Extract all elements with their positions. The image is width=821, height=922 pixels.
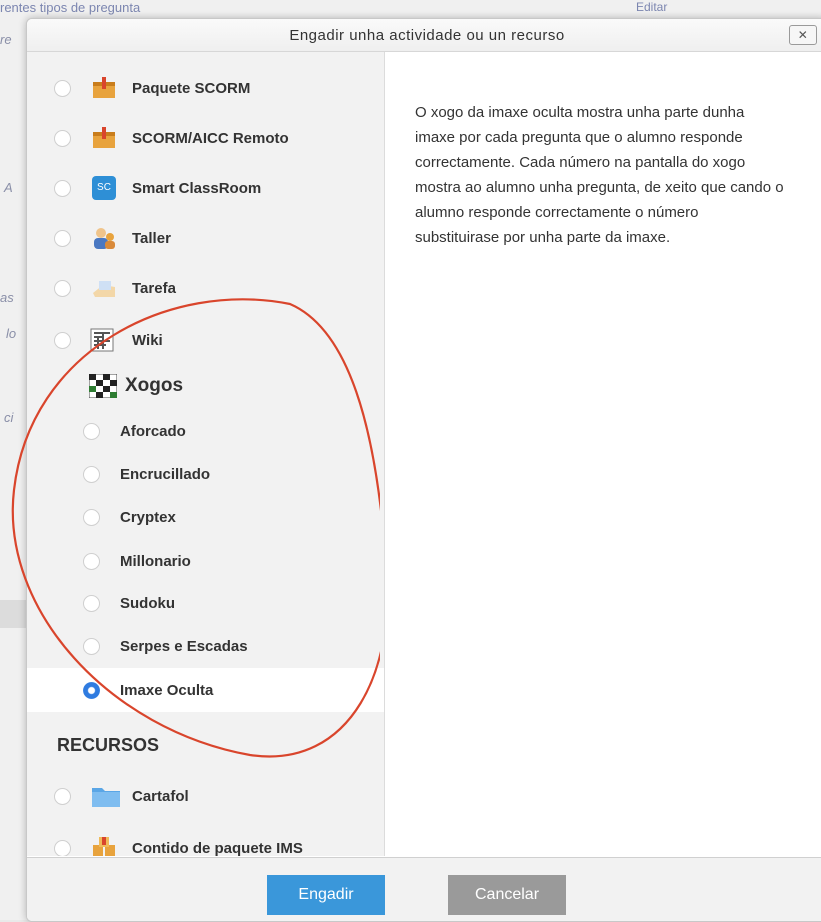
option-label: Millonario [120, 552, 191, 570]
option-label: Imaxe Oculta [120, 681, 214, 699]
description-pane: O xogo da imaxe oculta mostra unha parte… [385, 52, 821, 856]
option-sudoku[interactable]: Sudoku [27, 581, 384, 625]
svg-text:SC: SC [97, 182, 111, 193]
cancel-button[interactable]: Cancelar [448, 875, 566, 915]
radio-button[interactable] [54, 787, 71, 805]
option-scorm-aicc-remoto[interactable]: SCORM/AICC Remoto [27, 116, 384, 160]
add-activity-dialog: Engadir unha actividade ou un recurso ✕ … [26, 18, 821, 922]
option-encrucillado[interactable]: Encrucillado [27, 452, 384, 496]
dialog-header: Engadir unha actividade ou un recurso ✕ [27, 19, 821, 52]
option-label: Sudoku [120, 594, 175, 612]
radio-button[interactable] [54, 839, 71, 856]
radio-button-selected[interactable] [83, 681, 100, 699]
background-band [0, 600, 26, 628]
background-fragment: lo [6, 326, 17, 341]
option-label: Encrucillado [120, 465, 211, 483]
background-fragment: A [4, 180, 13, 195]
option-label: Paquete SCORM [132, 79, 251, 97]
option-label: Aforcado [120, 422, 186, 440]
option-label: Serpes e Escadas [120, 637, 248, 655]
option-aforcado[interactable]: Aforcado [27, 409, 384, 453]
close-button[interactable]: ✕ [789, 25, 817, 45]
radio-button[interactable] [54, 79, 71, 97]
option-tarefa[interactable]: Tarefa [27, 266, 384, 310]
option-paquete-scorm[interactable]: Paquete SCORM [27, 66, 384, 110]
radio-button[interactable] [54, 179, 71, 197]
option-contido-paquete-ims[interactable]: Contido de paquete IMS [27, 826, 384, 856]
radio-button[interactable] [54, 279, 71, 297]
background-fragment: ci [4, 410, 14, 425]
option-taller[interactable]: Taller [27, 216, 384, 260]
close-icon: ✕ [797, 28, 809, 42]
background-fragment: re [0, 32, 12, 47]
option-label: Wiki [132, 331, 163, 349]
option-cartafol[interactable]: Cartafol [27, 774, 384, 818]
radio-button[interactable] [83, 422, 100, 440]
folder-icon [92, 788, 120, 807]
games-group-header: Xogos [89, 374, 183, 398]
radio-button[interactable] [83, 552, 100, 570]
dialog-title: Engadir unha actividade ou un recurso [289, 26, 565, 44]
option-label: Cryptex [120, 508, 176, 526]
option-serpes-e-escadas[interactable]: Serpes e Escadas [27, 624, 384, 668]
option-label: Cartafol [132, 787, 189, 805]
activity-list[interactable]: Paquete SCORM SCORM/AICC Remoto SC Smart… [27, 52, 385, 856]
games-group-title: Xogos [125, 375, 184, 396]
option-wiki[interactable]: Wiki [27, 318, 384, 362]
radio-button[interactable] [54, 129, 71, 147]
radio-button[interactable] [54, 331, 71, 349]
option-label: Contido de paquete IMS [132, 839, 303, 857]
resources-heading: RECURSOS [57, 735, 160, 755]
radio-button[interactable] [54, 229, 71, 247]
option-smart-classroom[interactable]: SC Smart ClassRoom [27, 166, 384, 210]
games-icon [89, 374, 117, 398]
option-label: Smart ClassRoom [132, 179, 262, 197]
ims-package-icon [93, 837, 115, 856]
scorm-package-icon [93, 77, 115, 98]
dialog-footer: Engadir Cancelar [27, 857, 821, 921]
radio-button[interactable] [83, 508, 100, 526]
background-edit-link: Editar [636, 0, 668, 14]
option-millonario[interactable]: Millonario [27, 539, 384, 583]
radio-button[interactable] [83, 637, 100, 655]
wiki-icon [90, 328, 114, 352]
background-top-text: rentes tipos de pregunta [0, 0, 141, 15]
option-cryptex[interactable]: Cryptex [27, 495, 384, 539]
option-label: SCORM/AICC Remoto [132, 129, 289, 147]
workshop-icon [94, 228, 115, 249]
option-label: Taller [132, 229, 171, 247]
background-fragment: as [0, 290, 14, 305]
option-label: Tarefa [132, 279, 176, 297]
activity-description: O xogo da imaxe oculta mostra unha parte… [415, 104, 784, 246]
radio-button[interactable] [83, 465, 100, 483]
scorm-remote-icon [93, 127, 115, 148]
option-imaxe-oculta[interactable]: Imaxe Oculta [27, 668, 384, 712]
radio-button[interactable] [83, 594, 100, 612]
smart-classroom-icon: SC [92, 176, 116, 200]
add-button[interactable]: Engadir [267, 875, 385, 915]
assignment-icon [93, 281, 115, 297]
